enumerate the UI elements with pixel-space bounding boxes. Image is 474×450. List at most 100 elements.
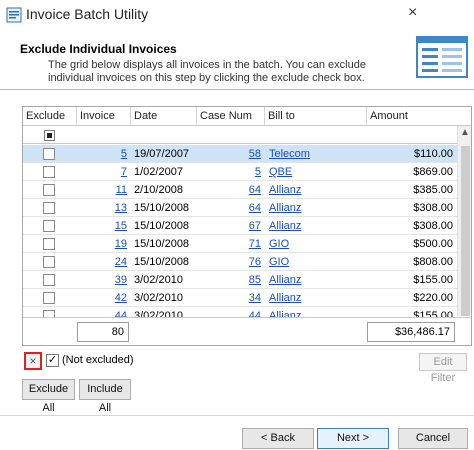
vertical-scrollbar[interactable]: ▲: [457, 126, 471, 316]
date-cell: 3/02/2010: [134, 292, 183, 304]
bill-to-cell[interactable]: Telecom: [265, 145, 367, 163]
scroll-up-icon[interactable]: ▲: [460, 127, 470, 138]
exclude-checkbox[interactable]: [43, 238, 55, 250]
invoice-cell[interactable]: 7: [77, 163, 131, 181]
cancel-button[interactable]: Cancel: [398, 428, 468, 449]
invoice-cell[interactable]: 5: [77, 145, 131, 163]
case-num-cell[interactable]: 76: [197, 253, 265, 271]
table-row[interactable]: 15 15/10/2008 67 Allianz $308.00: [23, 217, 457, 235]
exclude-checkbox[interactable]: [43, 148, 55, 160]
filter-description[interactable]: (Not excluded): [62, 354, 134, 366]
invoice-grid[interactable]: Exclude Invoice Date Case Num Bill to Am…: [22, 106, 472, 346]
date-cell: 15/10/2008: [134, 202, 190, 214]
invoice-cell[interactable]: 44: [77, 307, 131, 317]
invoice-count-total: 80: [77, 322, 129, 342]
invoice-cell[interactable]: 39: [77, 271, 131, 289]
exclude-checkbox[interactable]: [43, 184, 55, 196]
app-icon: [6, 7, 22, 23]
amount-cell: $308.00: [413, 220, 453, 232]
amount-cell: $500.00: [413, 238, 453, 250]
bill-to-cell[interactable]: GIO: [265, 253, 367, 271]
invoice-cell[interactable]: 13: [77, 199, 131, 217]
title-bar: Invoice Batch Utility ×: [0, 0, 474, 30]
amount-cell: $155.00: [413, 310, 453, 317]
invoice-list-icon: [416, 36, 468, 78]
exclude-checkbox[interactable]: [43, 256, 55, 268]
table-row[interactable]: 24 15/10/2008 76 GIO $808.00: [23, 253, 457, 271]
close-icon[interactable]: ×: [408, 4, 417, 22]
header-divider: [0, 89, 474, 90]
include-all-button[interactable]: Include All: [79, 379, 131, 414]
bill-to-cell[interactable]: Allianz: [265, 199, 367, 217]
wizard-header: Exclude Individual Invoices The grid bel…: [0, 30, 474, 85]
amount-cell: $869.00: [413, 166, 453, 178]
amount-cell: $308.00: [413, 202, 453, 214]
invoice-cell[interactable]: 19: [77, 235, 131, 253]
column-header-date[interactable]: Date: [131, 107, 197, 126]
grid-rows: 5 19/07/2007 58 Telecom $110.00 7 1/02/2007 5 QB…: [23, 145, 457, 317]
column-header-case-num[interactable]: Case Num: [197, 107, 265, 126]
window-title: Invoice Batch Utility: [26, 6, 149, 22]
invoice-cell[interactable]: 42: [77, 289, 131, 307]
table-row[interactable]: 7 1/02/2007 5 QBE $869.00: [23, 163, 457, 181]
step-title: Exclude Individual Invoices: [20, 42, 177, 56]
table-row[interactable]: 11 2/10/2008 64 Allianz $385.00: [23, 181, 457, 199]
date-cell: 15/10/2008: [134, 256, 190, 268]
exclude-checkbox[interactable]: [43, 166, 55, 178]
table-row[interactable]: 19 15/10/2008 71 GIO $500.00: [23, 235, 457, 253]
case-num-cell[interactable]: 71: [197, 235, 265, 253]
exclude-checkbox[interactable]: [43, 274, 55, 286]
column-header-amount[interactable]: Amount: [367, 107, 457, 126]
grid-header: Exclude Invoice Date Case Num Bill to Am…: [23, 107, 471, 126]
bill-to-cell[interactable]: Allianz: [265, 271, 367, 289]
next-button[interactable]: Next >: [317, 428, 389, 449]
scrollbar-thumb[interactable]: [461, 146, 470, 316]
date-cell: 15/10/2008: [134, 220, 190, 232]
table-row[interactable]: 44 3/02/2010 44 Allianz $155.00: [23, 307, 457, 317]
amount-cell: $385.00: [413, 184, 453, 196]
table-row[interactable]: 5 19/07/2007 58 Telecom $110.00: [23, 145, 457, 163]
invoice-cell[interactable]: 24: [77, 253, 131, 271]
exclude-checkbox[interactable]: [43, 220, 55, 232]
amount-total: $36,486.17: [367, 322, 455, 342]
table-row[interactable]: 39 3/02/2010 85 Allianz $155.00: [23, 271, 457, 289]
exclude-checkbox[interactable]: [43, 310, 55, 317]
table-row[interactable]: 13 15/10/2008 64 Allianz $308.00: [23, 199, 457, 217]
case-num-cell[interactable]: 64: [197, 181, 265, 199]
clear-filter-icon[interactable]: ×: [24, 352, 42, 370]
footer-divider: [0, 415, 474, 416]
case-num-cell[interactable]: 44: [197, 307, 265, 317]
date-cell: 2/10/2008: [134, 184, 183, 196]
edit-filter-button[interactable]: Edit Filter: [419, 353, 467, 384]
date-cell: 3/02/2010: [134, 274, 183, 286]
exclude-checkbox[interactable]: [43, 202, 55, 214]
bill-to-cell[interactable]: Allianz: [265, 217, 367, 235]
case-num-cell[interactable]: 34: [197, 289, 265, 307]
case-num-cell[interactable]: 58: [197, 145, 265, 163]
amount-cell: $155.00: [413, 274, 453, 286]
column-header-bill-to[interactable]: Bill to: [265, 107, 367, 126]
table-row[interactable]: 42 3/02/2010 34 Allianz $220.00: [23, 289, 457, 307]
bill-to-cell[interactable]: Allianz: [265, 181, 367, 199]
back-button[interactable]: < Back: [242, 428, 314, 449]
bill-to-cell[interactable]: QBE: [265, 163, 367, 181]
amount-cell: $808.00: [413, 256, 453, 268]
bill-to-cell[interactable]: Allianz: [265, 307, 367, 317]
column-header-exclude[interactable]: Exclude: [23, 107, 77, 126]
invoice-cell[interactable]: 11: [77, 181, 131, 199]
case-num-cell[interactable]: 85: [197, 271, 265, 289]
invoice-cell[interactable]: 15: [77, 217, 131, 235]
bill-to-cell[interactable]: Allianz: [265, 289, 367, 307]
date-cell: 1/02/2007: [134, 166, 183, 178]
amount-cell: $110.00: [414, 148, 453, 160]
case-num-cell[interactable]: 64: [197, 199, 265, 217]
column-header-invoice[interactable]: Invoice: [77, 107, 131, 126]
enable-filter-checkbox[interactable]: ✓: [46, 354, 59, 367]
bill-to-cell[interactable]: GIO: [265, 235, 367, 253]
exclude-filter-checkbox[interactable]: [44, 130, 55, 141]
amount-cell: $220.00: [413, 292, 453, 304]
case-num-cell[interactable]: 67: [197, 217, 265, 235]
exclude-all-button[interactable]: Exclude All: [22, 379, 75, 414]
exclude-checkbox[interactable]: [43, 292, 55, 304]
case-num-cell[interactable]: 5: [197, 163, 265, 181]
